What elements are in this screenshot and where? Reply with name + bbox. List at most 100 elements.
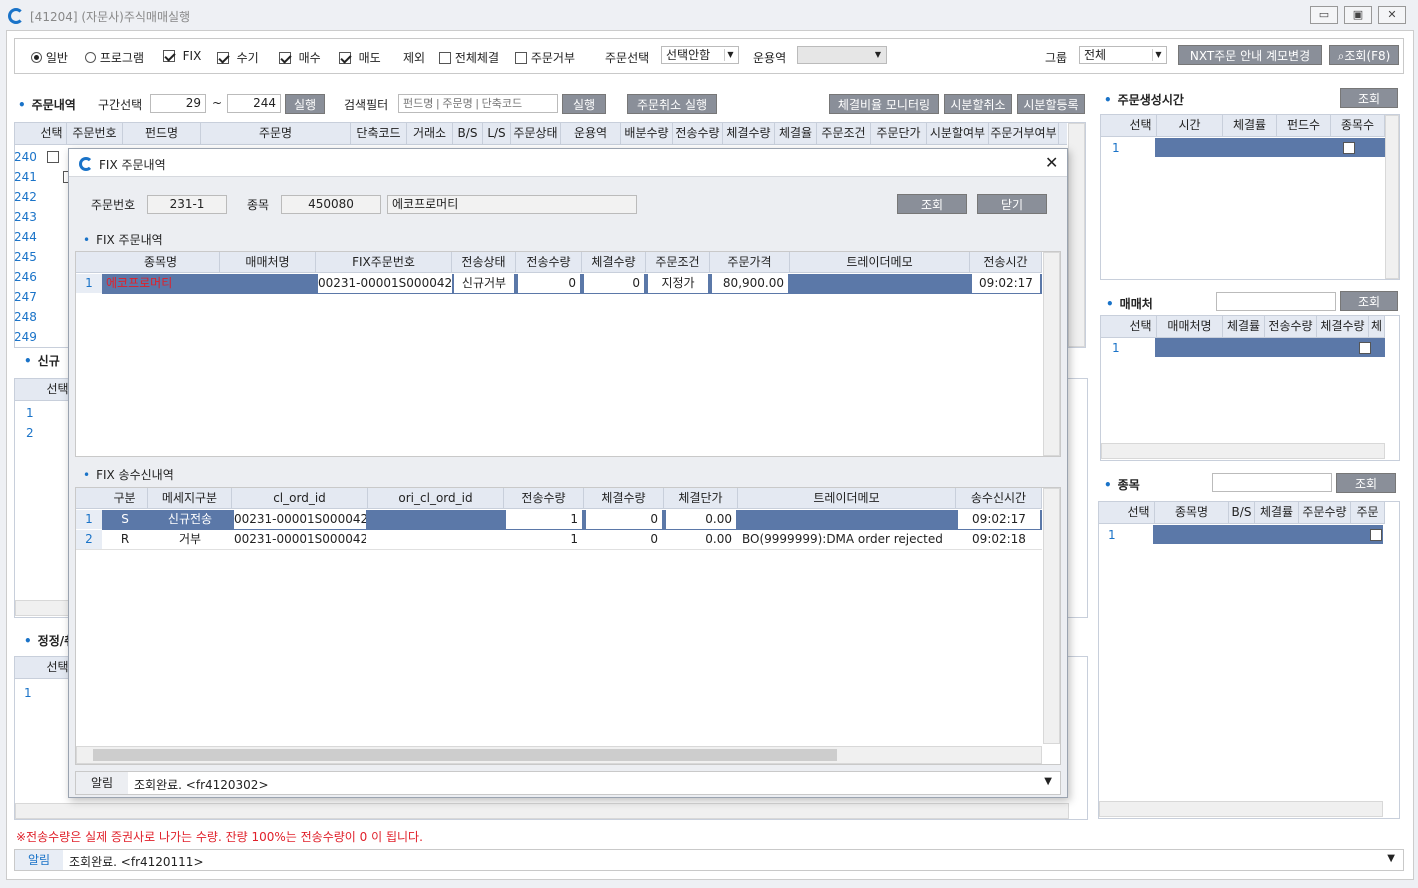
row-checkbox[interactable] [1370, 529, 1383, 541]
row-checkbox[interactable] [47, 151, 59, 163]
col-header[interactable]: FIX주문번호 [316, 252, 452, 272]
dialog-close-button[interactable]: 닫기 [977, 194, 1047, 214]
split-cancel-button[interactable]: 시분할취소 [944, 94, 1012, 114]
col-header[interactable]: 주문번호 [67, 123, 123, 144]
col-header[interactable]: 체결률 [1223, 115, 1277, 136]
fill-monitor-button[interactable]: 체결비율 모니터링 [829, 94, 939, 114]
col-header[interactable]: ori_cl_ord_id [368, 488, 504, 508]
table-row[interactable]: 1 S 신규전송 00231-00001S0000422 1 0 0.00 09… [76, 510, 1042, 530]
col-header[interactable]: 주문수량 [1299, 502, 1351, 523]
order-cancel-button[interactable]: 주문취소 실행 [627, 94, 717, 114]
col-header[interactable]: 주문상태 [511, 123, 561, 144]
col-header[interactable]: 선택 [1125, 115, 1157, 136]
fix-message-vscroll[interactable] [1043, 488, 1060, 744]
col-header[interactable]: 매매처명 [1157, 316, 1223, 337]
col-header[interactable]: 주문단가 [871, 123, 927, 144]
row-checkbox[interactable] [1358, 342, 1371, 354]
col-header[interactable]: 체결수량 [584, 488, 664, 508]
col-header[interactable]: 주문조건 [646, 252, 710, 272]
filter-input[interactable] [398, 94, 558, 113]
checkbox-manual[interactable]: 수기 [217, 49, 259, 66]
chevron-down-icon[interactable]: ▼ [1044, 776, 1052, 787]
item-code-field[interactable]: 450080 [281, 195, 381, 214]
range-from-input[interactable]: 29 [150, 94, 206, 113]
item-hscroll[interactable] [1099, 801, 1383, 817]
filter-run-button[interactable]: 실행 [562, 94, 606, 114]
col-header[interactable]: 거래소 [407, 123, 453, 144]
checkbox-fix[interactable]: FIX [163, 49, 201, 63]
col-header[interactable]: 체결수량 [1317, 316, 1369, 337]
col-header[interactable]: 주문 [1351, 502, 1385, 523]
col-header[interactable]: 체결율 [775, 123, 817, 144]
broker-query-button[interactable]: 조회 [1340, 291, 1398, 311]
checkbox-buy[interactable]: 매수 [279, 49, 321, 66]
row-checkbox[interactable] [1342, 142, 1355, 154]
query-f8-button[interactable]: ⌕조회(F8) [1329, 45, 1399, 65]
col-header[interactable]: 전송수량 [516, 252, 582, 272]
col-header[interactable]: B/S [1229, 502, 1255, 523]
checkbox-sell[interactable]: 매도 [339, 49, 381, 66]
col-header[interactable]: 선택 [1125, 316, 1157, 337]
maximize-button[interactable]: ▣ [1344, 6, 1372, 24]
item-query-button[interactable]: 조회 [1336, 473, 1396, 493]
col-header[interactable]: 종목명 [1155, 502, 1229, 523]
col-header[interactable]: 주문조건 [817, 123, 871, 144]
col-header[interactable]: 체결수량 [582, 252, 646, 272]
col-header[interactable]: 주문명 [201, 123, 351, 144]
col-header[interactable]: 트레이더메모 [790, 252, 970, 272]
selected-row[interactable] [1153, 525, 1383, 544]
col-header[interactable]: L/S [483, 123, 511, 144]
close-icon[interactable]: ✕ [1045, 153, 1058, 172]
checkbox-order-reject[interactable]: 주문거부 [515, 49, 575, 66]
col-header[interactable]: 메세지구분 [148, 488, 232, 508]
col-header[interactable]: 트레이더메모 [738, 488, 956, 508]
dialog-query-button[interactable]: 조회 [897, 194, 967, 214]
col-header[interactable]: 체결수량 [723, 123, 775, 144]
fund-manager-dropdown[interactable]: ▼ [797, 46, 887, 64]
minimize-button[interactable]: ▭ [1310, 6, 1338, 24]
radio-program[interactable]: 프로그램 [85, 49, 144, 66]
broker-hscroll[interactable] [1101, 443, 1385, 459]
range-run-button[interactable]: 실행 [285, 94, 325, 114]
col-header[interactable]: 전송수량 [1265, 316, 1317, 337]
fix-message-hscroll[interactable] [76, 746, 1042, 764]
order-select-dropdown[interactable]: 선택안함 ▼ [661, 46, 739, 64]
close-window-button[interactable]: ✕ [1378, 6, 1406, 24]
order-no-field[interactable]: 231-1 [147, 195, 227, 214]
table-row[interactable]: 1 에코프로머티 00231-00001S0000422 신규거부 0 0 지정… [76, 274, 1042, 294]
chevron-down-icon[interactable]: ▼ [1387, 853, 1395, 864]
col-header[interactable]: 시간 [1157, 115, 1223, 136]
selected-row[interactable] [1155, 338, 1385, 357]
range-to-input[interactable]: 244 [227, 94, 281, 113]
gen-time-query-button[interactable]: 조회 [1340, 88, 1398, 108]
nxt-notice-button[interactable]: NXT주문 안내 계모변경 [1178, 45, 1322, 65]
item-name-field[interactable]: 에코프로머티 [387, 195, 637, 214]
col-header[interactable]: 주문거부여부 [989, 123, 1059, 144]
col-header[interactable]: 체결단가 [664, 488, 738, 508]
col-header[interactable]: 송수신시간 [956, 488, 1042, 508]
col-header[interactable]: 전송수량 [504, 488, 584, 508]
col-header[interactable]: cl_ord_id [232, 488, 368, 508]
col-header[interactable]: 체 [1369, 316, 1385, 337]
col-header[interactable]: 펀드명 [123, 123, 201, 144]
checkbox-all-fill[interactable]: 전체체결 [439, 49, 499, 66]
col-header[interactable]: 펀드수 [1277, 115, 1331, 136]
col-header[interactable]: 전송수량 [673, 123, 723, 144]
col-header[interactable]: 종목명 [102, 252, 220, 272]
col-header[interactable]: 체결률 [1223, 316, 1265, 337]
col-header[interactable]: 시분할여부 [927, 123, 989, 144]
col-header[interactable]: 단축코드 [351, 123, 407, 144]
gen-vscroll[interactable] [1385, 115, 1399, 279]
col-header[interactable]: 전송시간 [970, 252, 1042, 272]
col-header[interactable]: 전송상태 [452, 252, 516, 272]
col-header[interactable]: 매매처명 [220, 252, 316, 272]
col-header[interactable]: 종목수 [1331, 115, 1385, 136]
col-header[interactable]: 체결률 [1255, 502, 1299, 523]
group-dropdown[interactable]: 전체 ▼ [1079, 46, 1167, 64]
col-header[interactable]: 운용역 [561, 123, 621, 144]
col-header[interactable]: 배분수량 [621, 123, 673, 144]
scroll-thumb[interactable] [93, 749, 837, 761]
col-header[interactable]: 구분 [102, 488, 148, 508]
table-row[interactable]: 2 R 거부 00231-00001S0000422 1 0 0.00 BO(9… [76, 530, 1042, 550]
col-header[interactable]: B/S [453, 123, 483, 144]
